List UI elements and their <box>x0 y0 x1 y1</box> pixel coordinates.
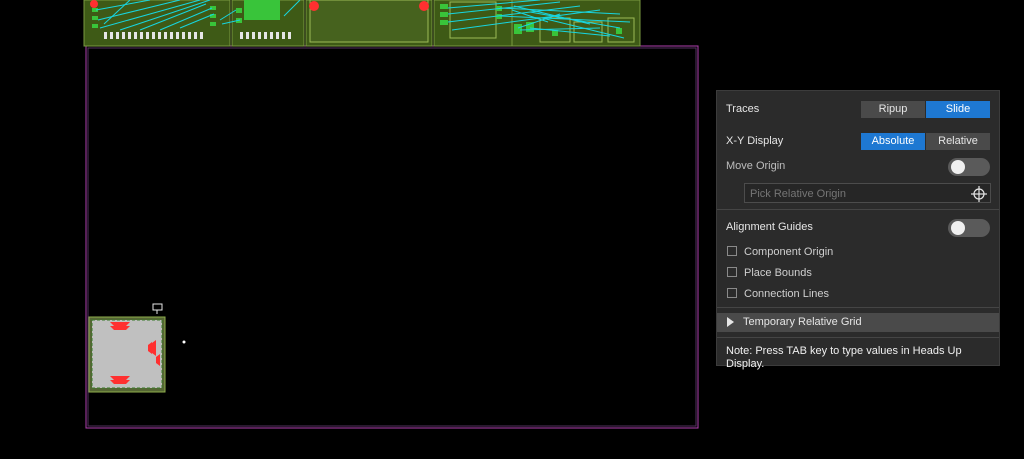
divider <box>717 209 999 210</box>
ripup-option[interactable]: Ripup <box>861 101 926 118</box>
tab-hint-note: Note: Press TAB key to type values in He… <box>726 345 962 370</box>
traces-mode-selector[interactable]: Ripup Slide <box>861 101 990 118</box>
relative-option[interactable]: Relative <box>926 133 990 150</box>
move-origin-toggle[interactable] <box>948 158 990 176</box>
connection-lines-label: Connection Lines <box>744 288 830 300</box>
toggle-knob <box>951 160 965 174</box>
traces-label: Traces <box>726 103 760 115</box>
divider <box>717 337 999 338</box>
pick-origin-input[interactable] <box>745 184 972 204</box>
slide-option[interactable]: Slide <box>926 101 990 118</box>
move-origin-label: Move Origin <box>726 160 786 172</box>
place-bounds-checkbox[interactable] <box>727 267 737 277</box>
divider <box>717 307 999 308</box>
xy-display-selector[interactable]: Absolute Relative <box>861 133 990 150</box>
xy-display-label: X-Y Display <box>726 135 784 147</box>
connection-lines-checkbox[interactable] <box>727 288 737 298</box>
temporary-relative-grid-label: Temporary Relative Grid <box>743 316 862 328</box>
placed-components-strip[interactable] <box>83 0 641 47</box>
component-origin-label: Component Origin <box>744 246 834 258</box>
origin-marker <box>182 340 186 344</box>
heads-up-panel: Traces Ripup Slide X-Y Display Absolute … <box>716 90 1000 370</box>
expand-triangle-icon <box>727 317 734 327</box>
absolute-option[interactable]: Absolute <box>861 133 926 150</box>
toggle-knob <box>951 221 965 235</box>
board-outline <box>85 45 699 429</box>
place-bounds-label: Place Bounds <box>744 267 812 279</box>
placed-component[interactable] <box>88 303 166 393</box>
pick-origin-field[interactable] <box>744 183 991 204</box>
alignment-guides-toggle[interactable] <box>948 219 990 237</box>
crosshair-icon[interactable] <box>971 186 987 202</box>
temporary-relative-grid-header[interactable]: Temporary Relative Grid <box>717 313 999 332</box>
component-origin-checkbox[interactable] <box>727 246 737 256</box>
board-outline-inner <box>87 47 697 427</box>
alignment-guides-label: Alignment Guides <box>726 221 813 233</box>
